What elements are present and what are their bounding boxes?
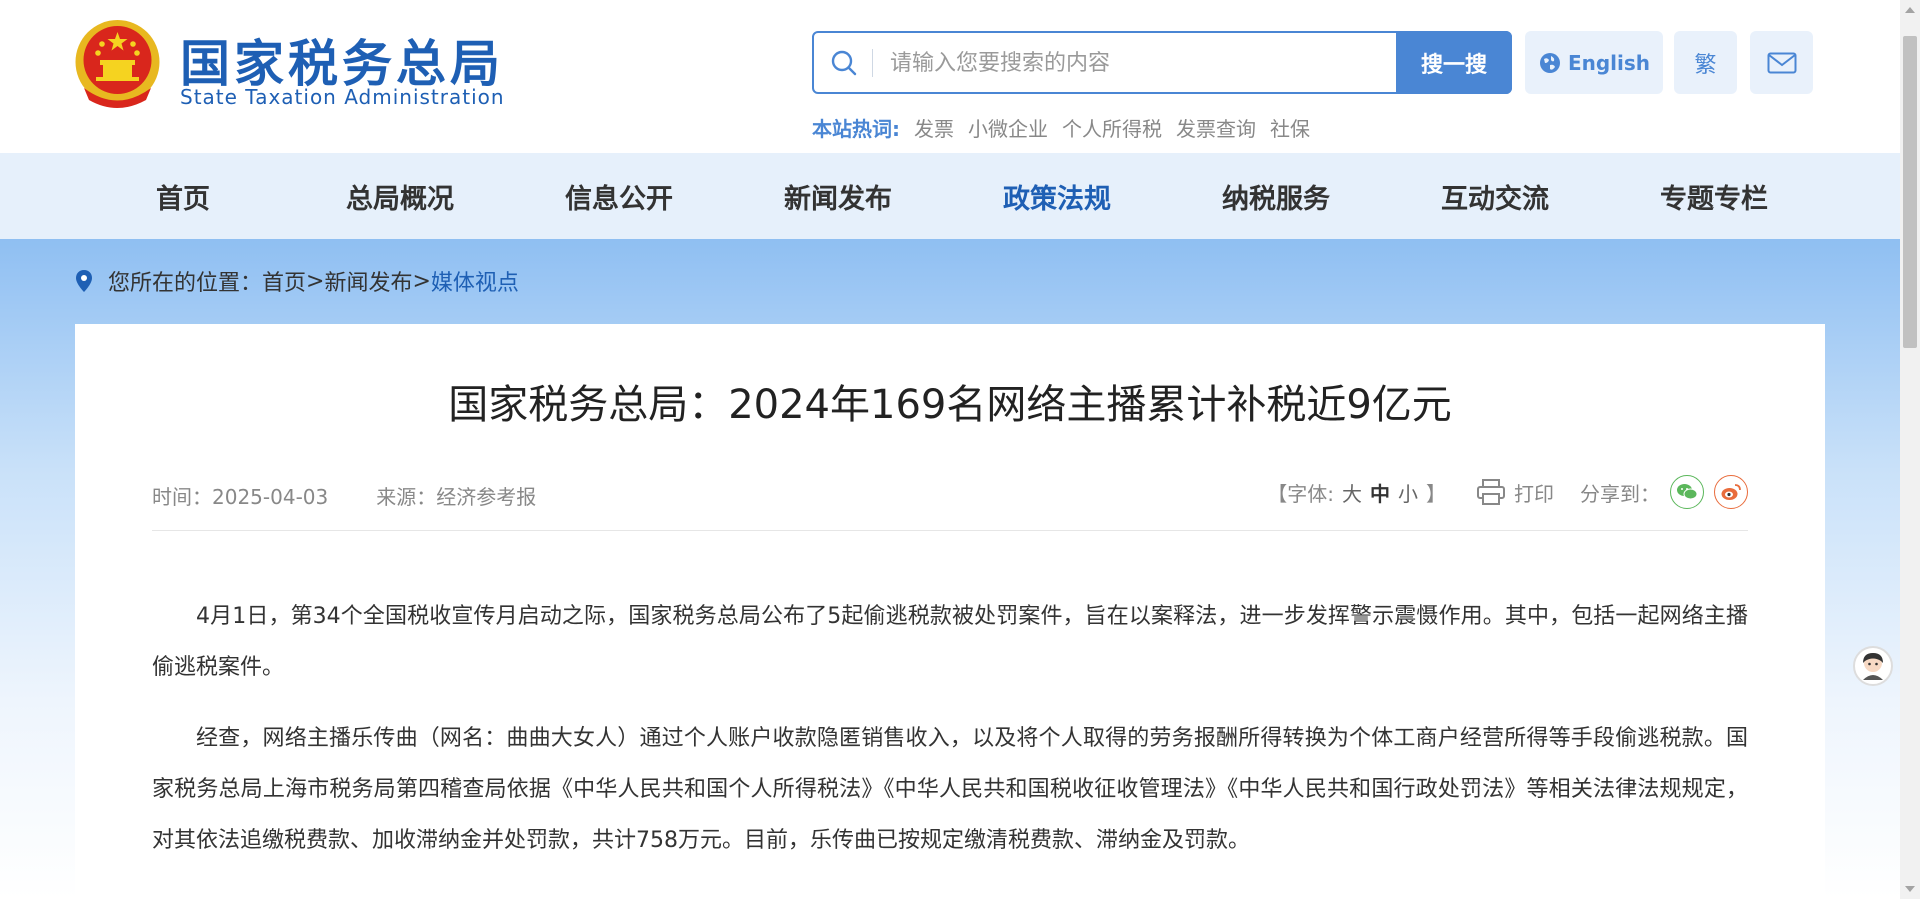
nav-item-home[interactable]: 首页 xyxy=(156,153,210,239)
source-value: 经济参考报 xyxy=(436,485,537,509)
printer-icon xyxy=(1477,479,1505,505)
national-emblem-icon[interactable] xyxy=(74,18,161,110)
breadcrumb-separator: > xyxy=(412,268,431,294)
nav-item-topics[interactable]: 专题专栏 xyxy=(1660,153,1768,239)
globe-icon xyxy=(1539,52,1560,73)
font-size-medium[interactable]: 中 xyxy=(1370,478,1390,507)
print-label: 打印 xyxy=(1514,481,1554,506)
print-button[interactable]: 打印 xyxy=(1476,478,1554,507)
meta-left: 时间：2025-04-03 来源：经济参考报 xyxy=(152,481,536,510)
time-value: 2025-04-03 xyxy=(212,485,329,509)
breadcrumb-home[interactable]: 首页 xyxy=(262,265,306,297)
font-size-small[interactable]: 小 xyxy=(1398,478,1418,507)
traditional-chinese-button[interactable]: 繁 xyxy=(1674,31,1737,94)
breadcrumb-prefix: 您所在的位置： xyxy=(108,271,263,296)
article-title: 国家税务总局：2024年169名网络主播累计补税近9亿元 xyxy=(448,382,1452,428)
mail-icon xyxy=(1767,52,1796,73)
location-pin-icon xyxy=(76,270,92,292)
breadcrumb-media[interactable]: 媒体视点 xyxy=(431,265,519,297)
publish-time: 时间：2025-04-03 xyxy=(152,481,328,510)
share-weibo-button[interactable] xyxy=(1714,475,1748,509)
site-subtitle: State Taxation Administration xyxy=(180,85,505,109)
nav-item-overview[interactable]: 总局概况 xyxy=(346,153,454,239)
source-label: 来源： xyxy=(376,485,437,509)
breadcrumb-news[interactable]: 新闻发布 xyxy=(324,265,412,297)
search-input[interactable] xyxy=(890,43,1390,83)
nav-item-service[interactable]: 纳税服务 xyxy=(1222,153,1330,239)
meta-right: 【字体: 大 中 小 】 打印 分享到： xyxy=(1267,475,1748,509)
hotwords: 本站热词: 发票 小微企业 个人所得税 发票查询 社保 xyxy=(812,113,1310,142)
share-wechat-button[interactable] xyxy=(1670,475,1704,509)
main-nav: 首页 总局概况 信息公开 新闻发布 政策法规 纳税服务 互动交流 专题专栏 xyxy=(0,153,1900,239)
site-header: 国家税务总局 State Taxation Administration 搜一搜… xyxy=(0,0,1900,153)
nav-item-policy[interactable]: 政策法规 xyxy=(1003,153,1111,239)
paragraph: 经查，网络主播乐传曲（网名：曲曲大女人）通过个人账户收款隐匿销售收入，以及将个人… xyxy=(152,726,1748,853)
english-button[interactable]: English xyxy=(1525,31,1663,94)
hotwords-label: 本站热词: xyxy=(812,117,900,141)
hotword-link[interactable]: 发票查询 xyxy=(1176,113,1256,142)
font-size-control: 【字体: 大 中 小 】 xyxy=(1267,478,1446,507)
article-source: 来源：经济参考报 xyxy=(376,481,536,510)
breadcrumb: 您所在的位置： 首页 > 新闻发布 > 媒体视点 xyxy=(74,263,519,299)
share-label: 分享到： xyxy=(1580,481,1660,506)
nav-item-interaction[interactable]: 互动交流 xyxy=(1441,153,1549,239)
english-label: English xyxy=(1567,50,1651,75)
scroll-down-arrow-icon[interactable] xyxy=(1900,879,1920,899)
font-size-prefix: 【字体: xyxy=(1267,481,1334,506)
font-size-suffix: 】 xyxy=(1426,481,1446,506)
nav-item-news[interactable]: 新闻发布 xyxy=(784,153,892,239)
weibo-icon xyxy=(1721,484,1741,500)
search-button[interactable]: 搜一搜 xyxy=(1396,31,1512,94)
mail-button[interactable] xyxy=(1750,31,1813,94)
paragraph: 4月1日，第34个全国税收宣传月启动之际，国家税务总局公布了5起偷逃税款被处罚案… xyxy=(152,604,1748,680)
hotword-link[interactable]: 小微企业 xyxy=(968,113,1048,142)
font-size-large[interactable]: 大 xyxy=(1342,478,1362,507)
hotword-link[interactable]: 个人所得税 xyxy=(1062,113,1162,142)
hotword-link[interactable]: 发票 xyxy=(914,113,954,142)
scrollbar-thumb[interactable] xyxy=(1903,36,1917,348)
vertical-scrollbar[interactable] xyxy=(1900,0,1920,899)
search-box: 搜一搜 xyxy=(812,31,1512,94)
breadcrumb-separator: > xyxy=(306,268,325,294)
scroll-up-arrow-icon[interactable] xyxy=(1900,0,1920,20)
article-card: 国家税务总局：2024年169名网络主播累计补税近9亿元 时间：2025-04-… xyxy=(75,324,1825,899)
wechat-icon xyxy=(1677,484,1698,500)
assistant-avatar-button[interactable] xyxy=(1853,646,1893,686)
assistant-avatar-icon xyxy=(1863,653,1883,680)
time-label: 时间： xyxy=(152,485,212,509)
search-icon xyxy=(831,50,857,76)
search-divider xyxy=(872,49,873,77)
nav-item-disclosure[interactable]: 信息公开 xyxy=(565,153,673,239)
article-body: 4月1日，第34个全国税收宣传月启动之际，国家税务总局公布了5起偷逃税款被处罚案… xyxy=(152,591,1748,886)
hotword-link[interactable]: 社保 xyxy=(1270,113,1310,142)
article-meta: 时间：2025-04-03 来源：经济参考报 【字体: 大 中 小 】 打印 分… xyxy=(152,475,1748,531)
